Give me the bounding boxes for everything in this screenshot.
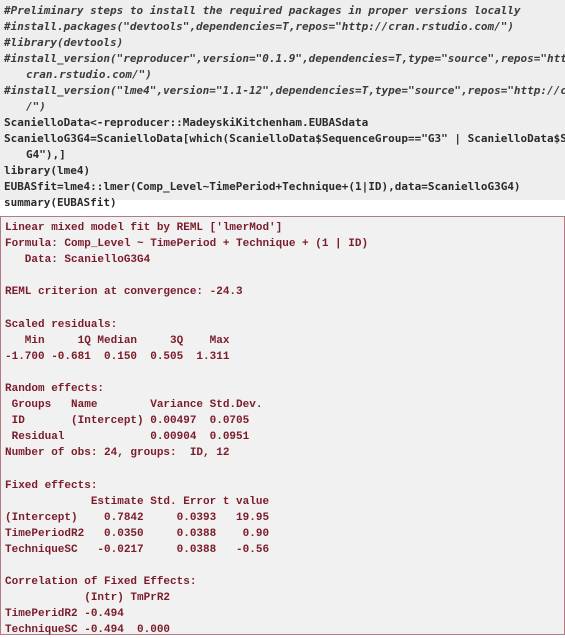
code-line: library(lme4)	[4, 163, 561, 179]
output-line: Number of obs: 24, groups: ID, 12	[5, 447, 230, 460]
output-line: Linear mixed model fit by REML ['lmerMod…	[5, 222, 283, 234]
code-line-text: #install.packages("devtools",dependencie…	[4, 20, 514, 33]
code-line: EUBASfit=lme4::lmer(Comp_Level~TimePerio…	[4, 179, 561, 195]
code-line-text: G4"),]	[26, 148, 66, 161]
code-line-text: #library(devtools)	[4, 36, 124, 49]
code-comment-line: #install_version("lme4",version="1.1-12"…	[4, 83, 565, 99]
output-line: -1.700 -0.681 0.150 0.505 1.311	[5, 350, 230, 363]
code-line: summary(EUBASfit)	[4, 195, 561, 211]
code-comment-line: cran.rstudio.com/")	[4, 67, 561, 83]
code-line-text: ScanielloG3G4=ScanielloData[which(Scanie…	[4, 132, 565, 145]
output-line: Correlation of Fixed Effects:	[5, 576, 197, 589]
output-line: TechniqueSC -0.494 0.000	[5, 624, 171, 637]
output-line: TimePeriodR2 0.0350 0.0388 0.90	[5, 527, 270, 540]
output-line: Formula: Comp_Level ~ TimePeriod + Techn…	[5, 238, 369, 251]
code-line-text: ScanielloData<-reproducer::MadeyskiKitch…	[4, 116, 369, 129]
output-line: Data: ScanielloG3G4	[5, 254, 151, 267]
code-line-text: cran.rstudio.com/")	[26, 68, 152, 81]
output-line: Estimate Std. Error t value	[5, 495, 270, 508]
code-line-text: #Preliminary steps to install the requir…	[4, 4, 521, 17]
output-line: TimePeridR2 -0.494	[5, 608, 171, 621]
output-chunk: Linear mixed model fit by REML ['lmerMod…	[0, 216, 565, 637]
output-line: Residual 0.00904 0.0951	[5, 431, 250, 444]
code-comment-line: #install_version("reproducer",version="0…	[4, 51, 565, 67]
code-line-text: library(lme4)	[4, 164, 91, 177]
code-line-text: summary(EUBASfit)	[4, 196, 117, 209]
code-comment-line: #library(devtools)	[4, 35, 561, 51]
code-comment-line: /")	[4, 99, 561, 115]
output-line: Groups Name Variance Std.Dev.	[5, 399, 263, 412]
output-line: (Intercept) 0.7842 0.0393 19.95	[5, 511, 270, 524]
output-line: ID (Intercept) 0.00497 0.0705	[5, 415, 250, 428]
code-comment-line: #Preliminary steps to install the requir…	[4, 3, 561, 19]
code-line-text: /")	[26, 100, 46, 113]
output-line: Fixed effects:	[5, 479, 98, 492]
code-line: ScanielloData<-reproducer::MadeyskiKitch…	[4, 115, 561, 131]
code-comment-line: #install.packages("devtools",dependencie…	[4, 19, 561, 35]
output-line: (Intr) TmPrR2	[5, 592, 171, 605]
output-line: REML criterion at convergence: -24.3	[5, 286, 243, 299]
code-line-text: EUBASfit=lme4::lmer(Comp_Level~TimePerio…	[4, 180, 521, 193]
output-line: TechniqueSC -0.0217 0.0388 -0.56	[5, 543, 270, 556]
code-line-text: #install_version("lme4",version="1.1-12"…	[4, 84, 565, 97]
code-line: G4"),]	[4, 147, 561, 163]
output-line: Min 1Q Median 3Q Max	[5, 334, 230, 347]
output-line: Random effects:	[5, 382, 105, 395]
code-chunk: #Preliminary steps to install the requir…	[0, 0, 565, 209]
code-line: ScanielloG3G4=ScanielloData[which(Scanie…	[4, 131, 565, 147]
code-line-text: #install_version("reproducer",version="0…	[4, 52, 565, 65]
output-line: Scaled residuals:	[5, 318, 118, 331]
